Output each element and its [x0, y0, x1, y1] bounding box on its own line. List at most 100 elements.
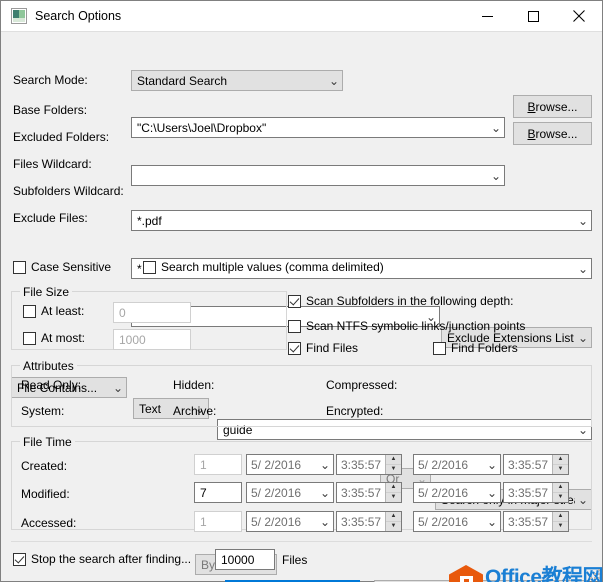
checkbox-icon [23, 304, 36, 318]
chevron-down-icon: ⌄ [319, 485, 331, 500]
chevron-down-icon: ⌄ [486, 457, 498, 472]
accessed-date-to[interactable]: 5/ 2/2016 ⌄ [413, 511, 501, 532]
window-controls [464, 1, 602, 32]
spinner-arrows-icon[interactable]: ▲ ▼ [385, 455, 401, 474]
resize-grip[interactable] [586, 565, 600, 579]
find-files-checkbox[interactable]: Find Files [288, 341, 358, 355]
chevron-down-icon: ⌄ [577, 261, 589, 276]
find-folders-checkbox[interactable]: Find Folders [433, 341, 518, 355]
checkbox-icon [288, 319, 301, 333]
created-time-to[interactable]: 3:35:57 P ▲▼ [503, 454, 569, 475]
at-least-value: 0 [119, 305, 126, 320]
minimize-icon[interactable] [464, 1, 510, 32]
accessed-time-to[interactable]: 3:35:57 P ▲▼ [503, 511, 569, 532]
base-folders-label-wrap: Base Folders: [13, 103, 87, 117]
created-date-to[interactable]: 5/ 2/2016 ⌄ [413, 454, 501, 475]
base-folders-value: "C:\Users\Joel\Dropbox" [137, 120, 267, 135]
scan-ntfs-links-checkbox[interactable]: Scan NTFS symbolic links/junction points [288, 319, 525, 333]
browse-base-folders-button[interactable]: BBrowse...rowse... [513, 95, 592, 118]
chevron-down-icon: ⌄ [486, 485, 498, 500]
modified-date-from[interactable]: 5/ 2/2016 ⌄ [246, 482, 334, 503]
modified-date-to[interactable]: 5/ 2/2016 ⌄ [413, 482, 501, 503]
scan-subfolders-checkbox[interactable]: Scan Subfolders in the following depth: [288, 294, 513, 308]
spinner-arrows-icon[interactable]: ▲ ▼ [552, 483, 568, 502]
modified-days-input[interactable]: 7 [194, 482, 242, 503]
created-label: Created: [21, 459, 68, 473]
modified-time-to[interactable]: 3:35:57 P ▲▼ [503, 482, 569, 503]
search-mode-combo[interactable]: Standard Search ⌄ [131, 70, 343, 91]
window-title: Search Options [35, 9, 122, 23]
accessed-time-to-value: 3:35:57 P [508, 514, 552, 529]
browse-excluded-folders-button[interactable]: Browse... [513, 122, 592, 145]
at-least-label: At least: [41, 304, 85, 318]
created-date-from-value: 5/ 2/2016 [251, 457, 302, 472]
site-watermark: Office教程网 www.office26.com [449, 559, 603, 582]
created-days-input[interactable]: 1 [194, 454, 242, 475]
subfolders-wildcard-label-wrap: Subfolders Wildcard: [13, 184, 124, 198]
accessed-time-from[interactable]: 3:35:57 P ▲▼ [336, 511, 402, 532]
chevron-down-icon: ⌄ [490, 168, 502, 183]
attributes-title: Attributes [20, 359, 77, 373]
modified-date-to-value: 5/ 2/2016 [418, 485, 469, 500]
checkbox-icon [13, 260, 26, 274]
chevron-down-icon: ⌄ [319, 514, 331, 529]
accessed-date-to-value: 5/ 2/2016 [418, 514, 469, 529]
excluded-folders-label: Excluded Folders: [13, 130, 110, 144]
stop-after-finding-checkbox[interactable]: Stop the search after finding... [13, 552, 191, 566]
checkbox-icon [143, 260, 156, 274]
accessed-date-from-value: 5/ 2/2016 [251, 514, 302, 529]
files-wildcard-label: Files Wildcard: [13, 157, 92, 171]
case-sensitive-checkbox[interactable]: Case Sensitive [13, 260, 111, 274]
spinner-arrows-icon[interactable]: ▲ ▼ [385, 483, 401, 502]
find-files-label: Find Files [306, 341, 359, 355]
stop-after-limit-value: 10000 [221, 552, 255, 567]
at-least-checkbox[interactable]: At least: [23, 304, 84, 318]
search-multiple-values-label: Search multiple values (comma delimited) [161, 260, 384, 274]
checkbox-icon [433, 341, 446, 355]
excluded-folders-combo[interactable]: ⌄ [131, 165, 505, 186]
attributes-group: Attributes [11, 359, 592, 427]
spinner-arrows-icon[interactable]: ▲ ▼ [552, 455, 568, 474]
modified-date-from-value: 5/ 2/2016 [251, 485, 302, 500]
system-label: System: [21, 404, 65, 418]
chevron-down-icon: ⌄ [319, 457, 331, 472]
close-icon[interactable] [556, 1, 602, 32]
title-bar: Search Options [1, 1, 602, 32]
accessed-days-value: 1 [200, 514, 207, 529]
file-size-title: File Size [20, 285, 73, 299]
accessed-date-from[interactable]: 5/ 2/2016 ⌄ [246, 511, 334, 532]
spinner-arrows-icon[interactable]: ▲ ▼ [552, 512, 568, 531]
spinner-arrows-icon[interactable]: ▲ ▼ [385, 512, 401, 531]
at-most-value: 1000 [119, 332, 146, 347]
search-multiple-values-checkbox[interactable]: Search multiple values (comma delimited) [143, 260, 384, 274]
accessed-days-input[interactable]: 1 [194, 511, 242, 532]
base-folders-combo[interactable]: "C:\Users\Joel\Dropbox" ⌄ [131, 117, 505, 138]
scan-ntfs-links-label: Scan NTFS symbolic links/junction points [306, 319, 526, 333]
at-least-value-input[interactable]: 0 [113, 302, 191, 323]
case-sensitive-label: Case Sensitive [31, 260, 112, 274]
created-date-to-value: 5/ 2/2016 [418, 457, 469, 472]
checkbox-icon [288, 341, 301, 355]
created-time-from[interactable]: 3:35:57 P ▲▼ [336, 454, 402, 475]
modified-time-to-value: 3:35:57 P [508, 485, 552, 500]
at-most-value-input[interactable]: 1000 [113, 329, 191, 350]
files-wildcard-combo[interactable]: *.pdf ⌄ [131, 210, 592, 231]
files-wildcard-value: *.pdf [137, 213, 162, 228]
modified-days-value: 7 [200, 485, 207, 500]
created-date-from[interactable]: 5/ 2/2016 ⌄ [246, 454, 334, 475]
chevron-down-icon: ⌄ [490, 120, 502, 135]
search-mode-label-wrap: Search Mode: [13, 73, 88, 87]
read-only-label: Read Only: [21, 378, 82, 392]
created-time-to-value: 3:35:57 P [508, 457, 552, 472]
maximize-icon[interactable] [510, 1, 556, 32]
subfolders-wildcard-label: Subfolders Wildcard: [13, 184, 124, 198]
checkbox-icon [288, 294, 301, 308]
dialog-body: Search Mode: Standard Search ⌄ Base Fold… [1, 32, 603, 582]
modified-time-from[interactable]: 3:35:57 P ▲▼ [336, 482, 402, 503]
archive-label: Archive: [173, 404, 217, 418]
stop-after-limit-input[interactable]: 10000 [215, 549, 275, 570]
at-most-checkbox[interactable]: At most: [23, 331, 85, 345]
find-folders-label: Find Folders [451, 341, 518, 355]
footer-divider [11, 541, 592, 542]
excluded-folders-label-wrap: Excluded Folders: [13, 130, 109, 144]
